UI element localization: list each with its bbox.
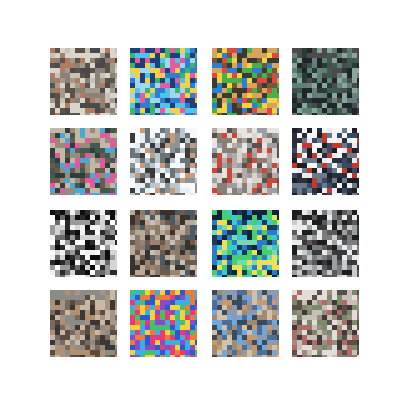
generated-image-tile [212,48,279,115]
tile-mosaic [212,128,279,195]
tile-mosaic [50,290,117,357]
tile-mosaic [292,48,359,115]
generated-image-tile [292,290,359,357]
tile-mosaic [130,210,197,277]
tile-mosaic [292,210,359,277]
generated-image-tile [292,48,359,115]
tile-mosaic [212,290,279,357]
tile-mosaic [130,290,197,357]
tile-mosaic [212,210,279,277]
generated-image-tile [130,48,197,115]
generated-image-tile [130,128,197,195]
generated-image-tile [130,210,197,277]
tile-mosaic [130,48,197,115]
generated-image-tile [212,290,279,357]
tile-mosaic [212,48,279,115]
tile-mosaic [292,128,359,195]
generated-image-tile [292,210,359,277]
generated-image-tile [50,128,117,195]
image-grid [0,0,400,400]
generated-image-tile [130,290,197,357]
generated-image-tile [212,210,279,277]
tile-mosaic [50,128,117,195]
generated-image-tile [50,48,117,115]
generated-image-tile [50,290,117,357]
tile-mosaic [130,128,197,195]
generated-image-tile [212,128,279,195]
tile-mosaic [50,210,117,277]
generated-image-tile [292,128,359,195]
tile-mosaic [292,290,359,357]
tile-mosaic [50,48,117,115]
generated-image-tile [50,210,117,277]
